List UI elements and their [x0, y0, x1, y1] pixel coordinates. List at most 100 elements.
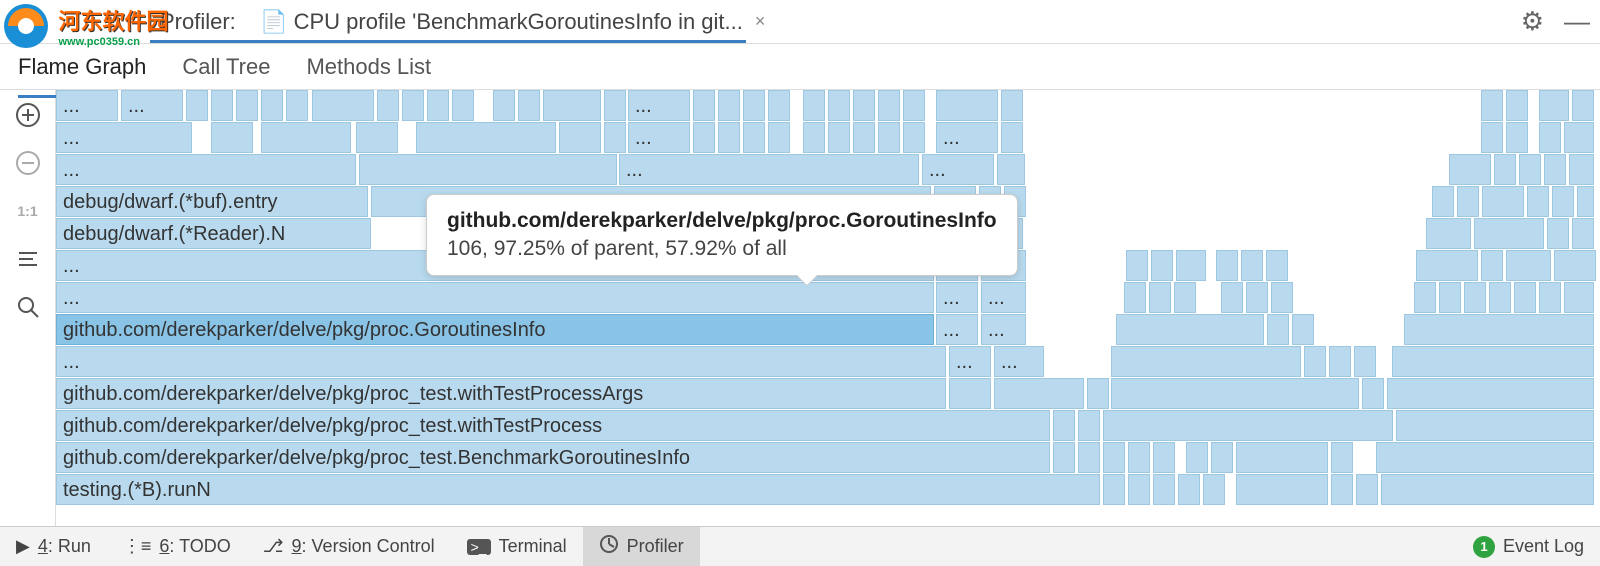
flame-block[interactable] [1176, 250, 1206, 281]
flame-block[interactable] [853, 90, 875, 121]
flame-block[interactable] [828, 90, 850, 121]
flame-block[interactable]: ... [922, 154, 994, 185]
flame-block[interactable] [1103, 410, 1393, 441]
flame-block[interactable] [1572, 218, 1594, 249]
zoom-in-icon[interactable] [13, 100, 43, 130]
flame-block[interactable] [903, 90, 925, 121]
flame-block[interactable] [693, 90, 715, 121]
flame-block[interactable] [1356, 474, 1378, 505]
search-icon[interactable] [13, 292, 43, 322]
flame-block[interactable] [1116, 314, 1264, 345]
flame-block[interactable] [1569, 154, 1594, 185]
bottom-run[interactable]: ▶ 4: Run [0, 527, 107, 566]
flame-block[interactable] [359, 154, 617, 185]
flame-block[interactable] [1414, 282, 1436, 313]
flame-block[interactable] [543, 90, 601, 121]
flame-block[interactable] [427, 90, 449, 121]
flame-block[interactable]: ... [936, 122, 998, 153]
flame-block[interactable] [236, 90, 258, 121]
close-tab-icon[interactable]: × [755, 11, 766, 32]
flame-block[interactable] [518, 90, 540, 121]
flame-block[interactable] [997, 154, 1025, 185]
flame-block[interactable]: github.com/derekparker/delve/pkg/proc_te… [56, 378, 946, 409]
bottom-profiler[interactable]: Profiler [583, 527, 700, 566]
flame-block[interactable] [1153, 442, 1175, 473]
flame-block[interactable] [1481, 90, 1503, 121]
flame-block[interactable] [1481, 250, 1503, 281]
flame-block[interactable] [693, 122, 715, 153]
flame-block[interactable] [878, 90, 900, 121]
flame-block[interactable] [994, 378, 1084, 409]
flame-block[interactable] [1053, 410, 1075, 441]
flame-block[interactable] [878, 122, 900, 153]
flame-block[interactable] [1514, 282, 1536, 313]
flame-block[interactable]: ... [121, 90, 183, 121]
flame-block[interactable] [493, 90, 515, 121]
flame-block[interactable] [1506, 122, 1528, 153]
list-icon[interactable] [13, 244, 43, 274]
flame-block[interactable]: ... [1103, 442, 1125, 473]
flame-block[interactable]: ... [994, 346, 1044, 377]
flame-block[interactable]: ... [981, 282, 1026, 313]
flame-block[interactable]: ... [981, 314, 1026, 345]
flame-block[interactable] [286, 90, 308, 121]
flame-block[interactable] [1554, 250, 1596, 281]
flame-block[interactable] [261, 122, 351, 153]
flame-block[interactable] [1331, 474, 1353, 505]
flame-block[interactable] [1404, 314, 1594, 345]
flame-graph[interactable]: ...........................debug/dwarf.(… [56, 90, 1600, 526]
flame-block[interactable] [1246, 282, 1268, 313]
flame-block[interactable] [1552, 186, 1574, 217]
gear-icon[interactable]: ⚙ [1521, 6, 1544, 37]
flame-block[interactable] [1432, 186, 1454, 217]
flame-block[interactable] [828, 122, 850, 153]
flame-block[interactable] [1527, 186, 1549, 217]
flame-block[interactable] [768, 90, 790, 121]
flame-block[interactable] [1457, 186, 1479, 217]
flame-block[interactable]: ... [56, 90, 118, 121]
flame-block[interactable] [1001, 90, 1023, 121]
minimize-icon[interactable]: — [1564, 6, 1590, 37]
flame-block[interactable] [1053, 442, 1075, 473]
flame-block[interactable] [1211, 442, 1233, 473]
flame-block[interactable] [1267, 314, 1289, 345]
flame-block[interactable] [1577, 186, 1594, 217]
flame-block[interactable] [1128, 442, 1150, 473]
flame-block[interactable] [1506, 250, 1551, 281]
flame-block[interactable] [1124, 282, 1146, 313]
flame-block[interactable] [1111, 378, 1359, 409]
flame-block[interactable] [312, 90, 374, 121]
flame-block[interactable] [1331, 442, 1353, 473]
zoom-out-icon[interactable] [13, 148, 43, 178]
flame-block[interactable] [604, 90, 626, 121]
flame-block[interactable] [1362, 378, 1384, 409]
flame-block[interactable] [1271, 282, 1293, 313]
flame-block[interactable] [1178, 474, 1200, 505]
flame-block[interactable] [452, 90, 474, 121]
flame-block[interactable] [1174, 282, 1196, 313]
flame-block[interactable] [1001, 122, 1023, 153]
flame-block[interactable] [1449, 154, 1491, 185]
flame-block[interactable] [1126, 250, 1148, 281]
flame-block[interactable] [1494, 154, 1516, 185]
flame-block[interactable] [211, 90, 233, 121]
flame-block[interactable] [211, 122, 253, 153]
flame-block[interactable] [1544, 154, 1566, 185]
flame-block[interactable] [1266, 250, 1288, 281]
flame-block[interactable] [803, 90, 825, 121]
flame-block[interactable] [1292, 314, 1314, 345]
flame-block[interactable]: github.com/derekparker/delve/pkg/proc_te… [56, 410, 1050, 441]
flame-block[interactable] [1354, 346, 1376, 377]
flame-block[interactable]: github.com/derekparker/delve/pkg/proc.Go… [56, 314, 934, 345]
flame-block[interactable] [1474, 218, 1544, 249]
flame-block[interactable]: ... [628, 122, 690, 153]
flame-block[interactable] [718, 90, 740, 121]
flame-block[interactable] [1128, 474, 1150, 505]
flame-block[interactable] [1186, 442, 1208, 473]
tab-call-tree[interactable]: Call Tree [182, 46, 270, 88]
flame-block[interactable]: ... [619, 154, 919, 185]
flame-block[interactable]: ... [56, 346, 946, 377]
flame-block[interactable]: ... [1103, 474, 1125, 505]
flame-block[interactable]: ... [936, 282, 978, 313]
flame-block[interactable] [1564, 122, 1594, 153]
